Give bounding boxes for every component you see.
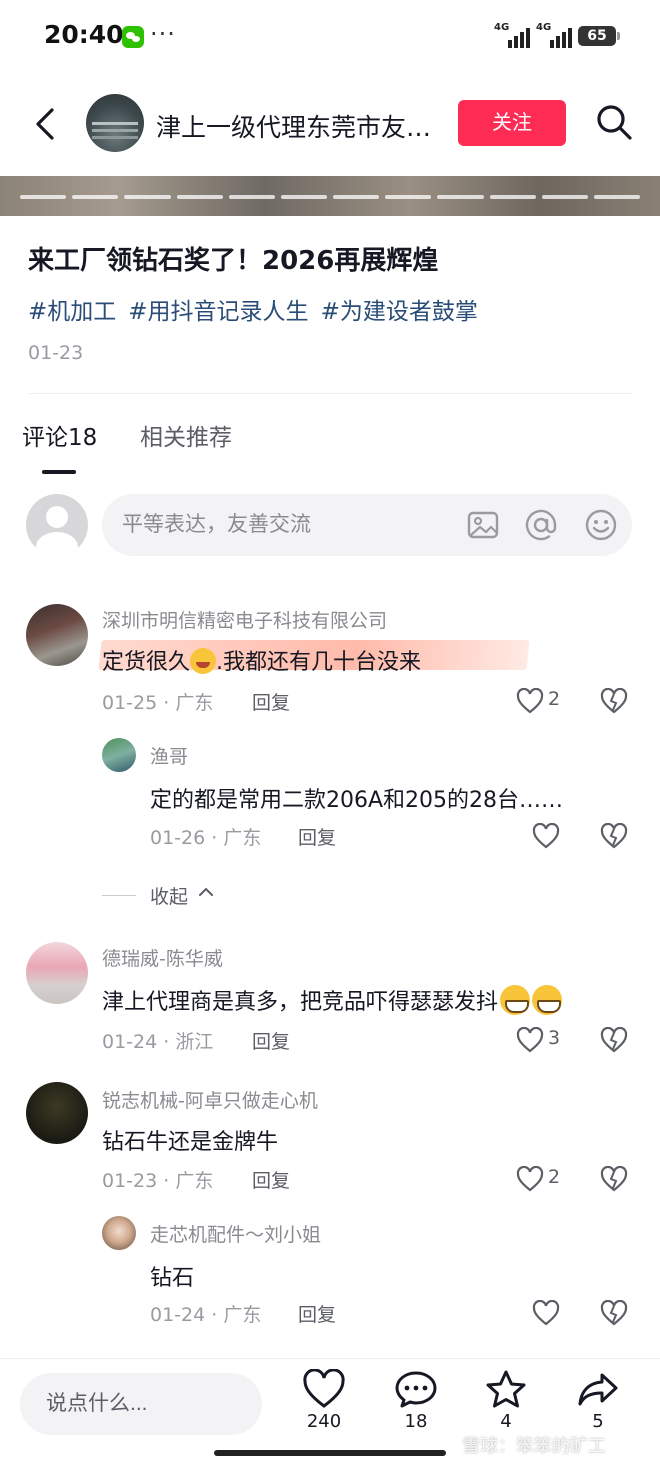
home-indicator[interactable] (214, 1450, 446, 1456)
like-icon[interactable] (516, 1166, 544, 1192)
hashtag-link[interactable]: #为建设者鼓掌 (321, 292, 478, 326)
author-name[interactable]: 津上一级代理东莞市友… (156, 108, 436, 144)
chevron-up-icon[interactable] (198, 884, 214, 900)
crying-emoji-icon (190, 648, 217, 674)
status-bar: 20:40 ··· 4G 4G 65 (0, 0, 660, 72)
image-carousel[interactable] (0, 176, 660, 216)
say-something-input[interactable] (20, 1373, 262, 1435)
watermark: 雪球：笨笨的矿工 (462, 1436, 606, 1457)
dislike-icon[interactable] (600, 688, 628, 714)
like-count: 3 (548, 1027, 561, 1049)
commenter-avatar[interactable] (26, 604, 88, 666)
like-icon[interactable] (516, 1027, 544, 1053)
follow-button[interactable]: 关注 (458, 100, 566, 146)
star-icon (486, 1370, 526, 1408)
reply-button[interactable]: 回复 (252, 1027, 290, 1054)
comment-meta: 01-25 · 广东 (102, 692, 214, 714)
status-time: 20:40 (44, 20, 124, 49)
back-icon[interactable] (30, 106, 60, 142)
like-icon[interactable] (516, 688, 544, 714)
share-count: 5 (592, 1411, 604, 1432)
comment-icon (395, 1371, 437, 1408)
post-date: 01-23 (28, 342, 84, 364)
tab-underline (42, 470, 76, 474)
commenter-name[interactable]: 德瑞威-陈华威 (102, 944, 223, 971)
reply-button[interactable]: 回复 (298, 1300, 336, 1327)
reply-button[interactable]: 回复 (252, 1166, 290, 1193)
wechat-icon (122, 26, 144, 48)
carousel-indicator (20, 195, 641, 199)
comment-meta: 01-23 · 广东 (102, 1170, 214, 1192)
comment-count: 18 (404, 1411, 428, 1432)
hashtag-list: #机加工 #用抖音记录人生 #为建设者鼓掌 (28, 292, 478, 326)
nav-bar: 津上一级代理东莞市友… 关注 (0, 78, 660, 170)
hashtag-link[interactable]: #机加工 (28, 292, 116, 326)
my-avatar (26, 494, 88, 556)
more-dots-icon: ··· (150, 20, 176, 48)
commenter-avatar[interactable] (26, 942, 88, 1004)
image-icon[interactable] (466, 508, 500, 542)
tab-related[interactable]: 相关推荐 (140, 418, 232, 452)
like-icon[interactable] (532, 823, 560, 849)
comment-text: 津上代理商是真多，把竞品吓得瑟瑟发抖 (102, 984, 563, 1016)
collapse-replies-button[interactable]: 收起 (150, 882, 188, 909)
reply-button[interactable]: 回复 (298, 823, 336, 850)
comment-meta: 01-26 · 广东 (150, 827, 262, 849)
divider (28, 393, 632, 394)
like-count: 240 (306, 1411, 342, 1432)
commenter-avatar[interactable] (102, 738, 136, 772)
heart-icon (303, 1369, 345, 1408)
signal-icon-2: 4G (536, 22, 572, 48)
collapse-line (102, 895, 136, 896)
comment-text: 钻石牛还是金牌牛 (102, 1130, 279, 1155)
post-title: 来工厂领钻石奖了！2026再展辉煌 (28, 246, 439, 276)
emoji-icon[interactable] (584, 508, 618, 542)
hashtag-link[interactable]: #用抖音记录人生 (128, 292, 308, 326)
tab-comments[interactable]: 评论18 (22, 418, 97, 452)
commenter-avatar[interactable] (102, 1216, 136, 1250)
like-icon[interactable] (532, 1300, 560, 1326)
like-count: 2 (548, 688, 561, 710)
grinning-emoji-icon (532, 985, 563, 1015)
commenter-name[interactable]: 深圳市明信精密电子科技有限公司 (102, 606, 387, 633)
share-icon (578, 1373, 618, 1406)
mention-icon[interactable] (524, 508, 558, 542)
commenter-name[interactable]: 锐志机械-阿卓只做走心机 (102, 1086, 318, 1113)
commenter-name[interactable]: 走芯机配件～刘小姐 (150, 1220, 321, 1247)
comment-meta: 01-24 · 浙江 (102, 1031, 214, 1053)
comment-action[interactable]: 18 (386, 1369, 446, 1449)
dislike-icon[interactable] (600, 1300, 628, 1326)
battery-icon: 65 (578, 26, 620, 46)
search-icon[interactable] (594, 102, 634, 142)
author-avatar[interactable] (86, 94, 144, 152)
dislike-icon[interactable] (600, 1166, 628, 1192)
comment-text: 钻石 (150, 1266, 195, 1291)
comment-meta: 01-24 · 广东 (150, 1304, 262, 1326)
dislike-icon[interactable] (600, 823, 628, 849)
grinning-emoji-icon (500, 985, 531, 1015)
favorite-count: 4 (500, 1411, 512, 1432)
dislike-icon[interactable] (600, 1027, 628, 1053)
signal-icon: 4G (494, 22, 530, 48)
reply-button[interactable]: 回复 (252, 688, 290, 715)
like-count: 2 (548, 1166, 561, 1188)
comment-text: 定货很久 .我都还有几十台没来 (102, 648, 422, 675)
like-action[interactable]: 240 (294, 1369, 354, 1449)
comment-text: 定的都是常用二款206A和205的28台…… (150, 788, 564, 813)
commenter-name[interactable]: 渔哥 (150, 742, 188, 769)
commenter-avatar[interactable] (26, 1082, 88, 1144)
